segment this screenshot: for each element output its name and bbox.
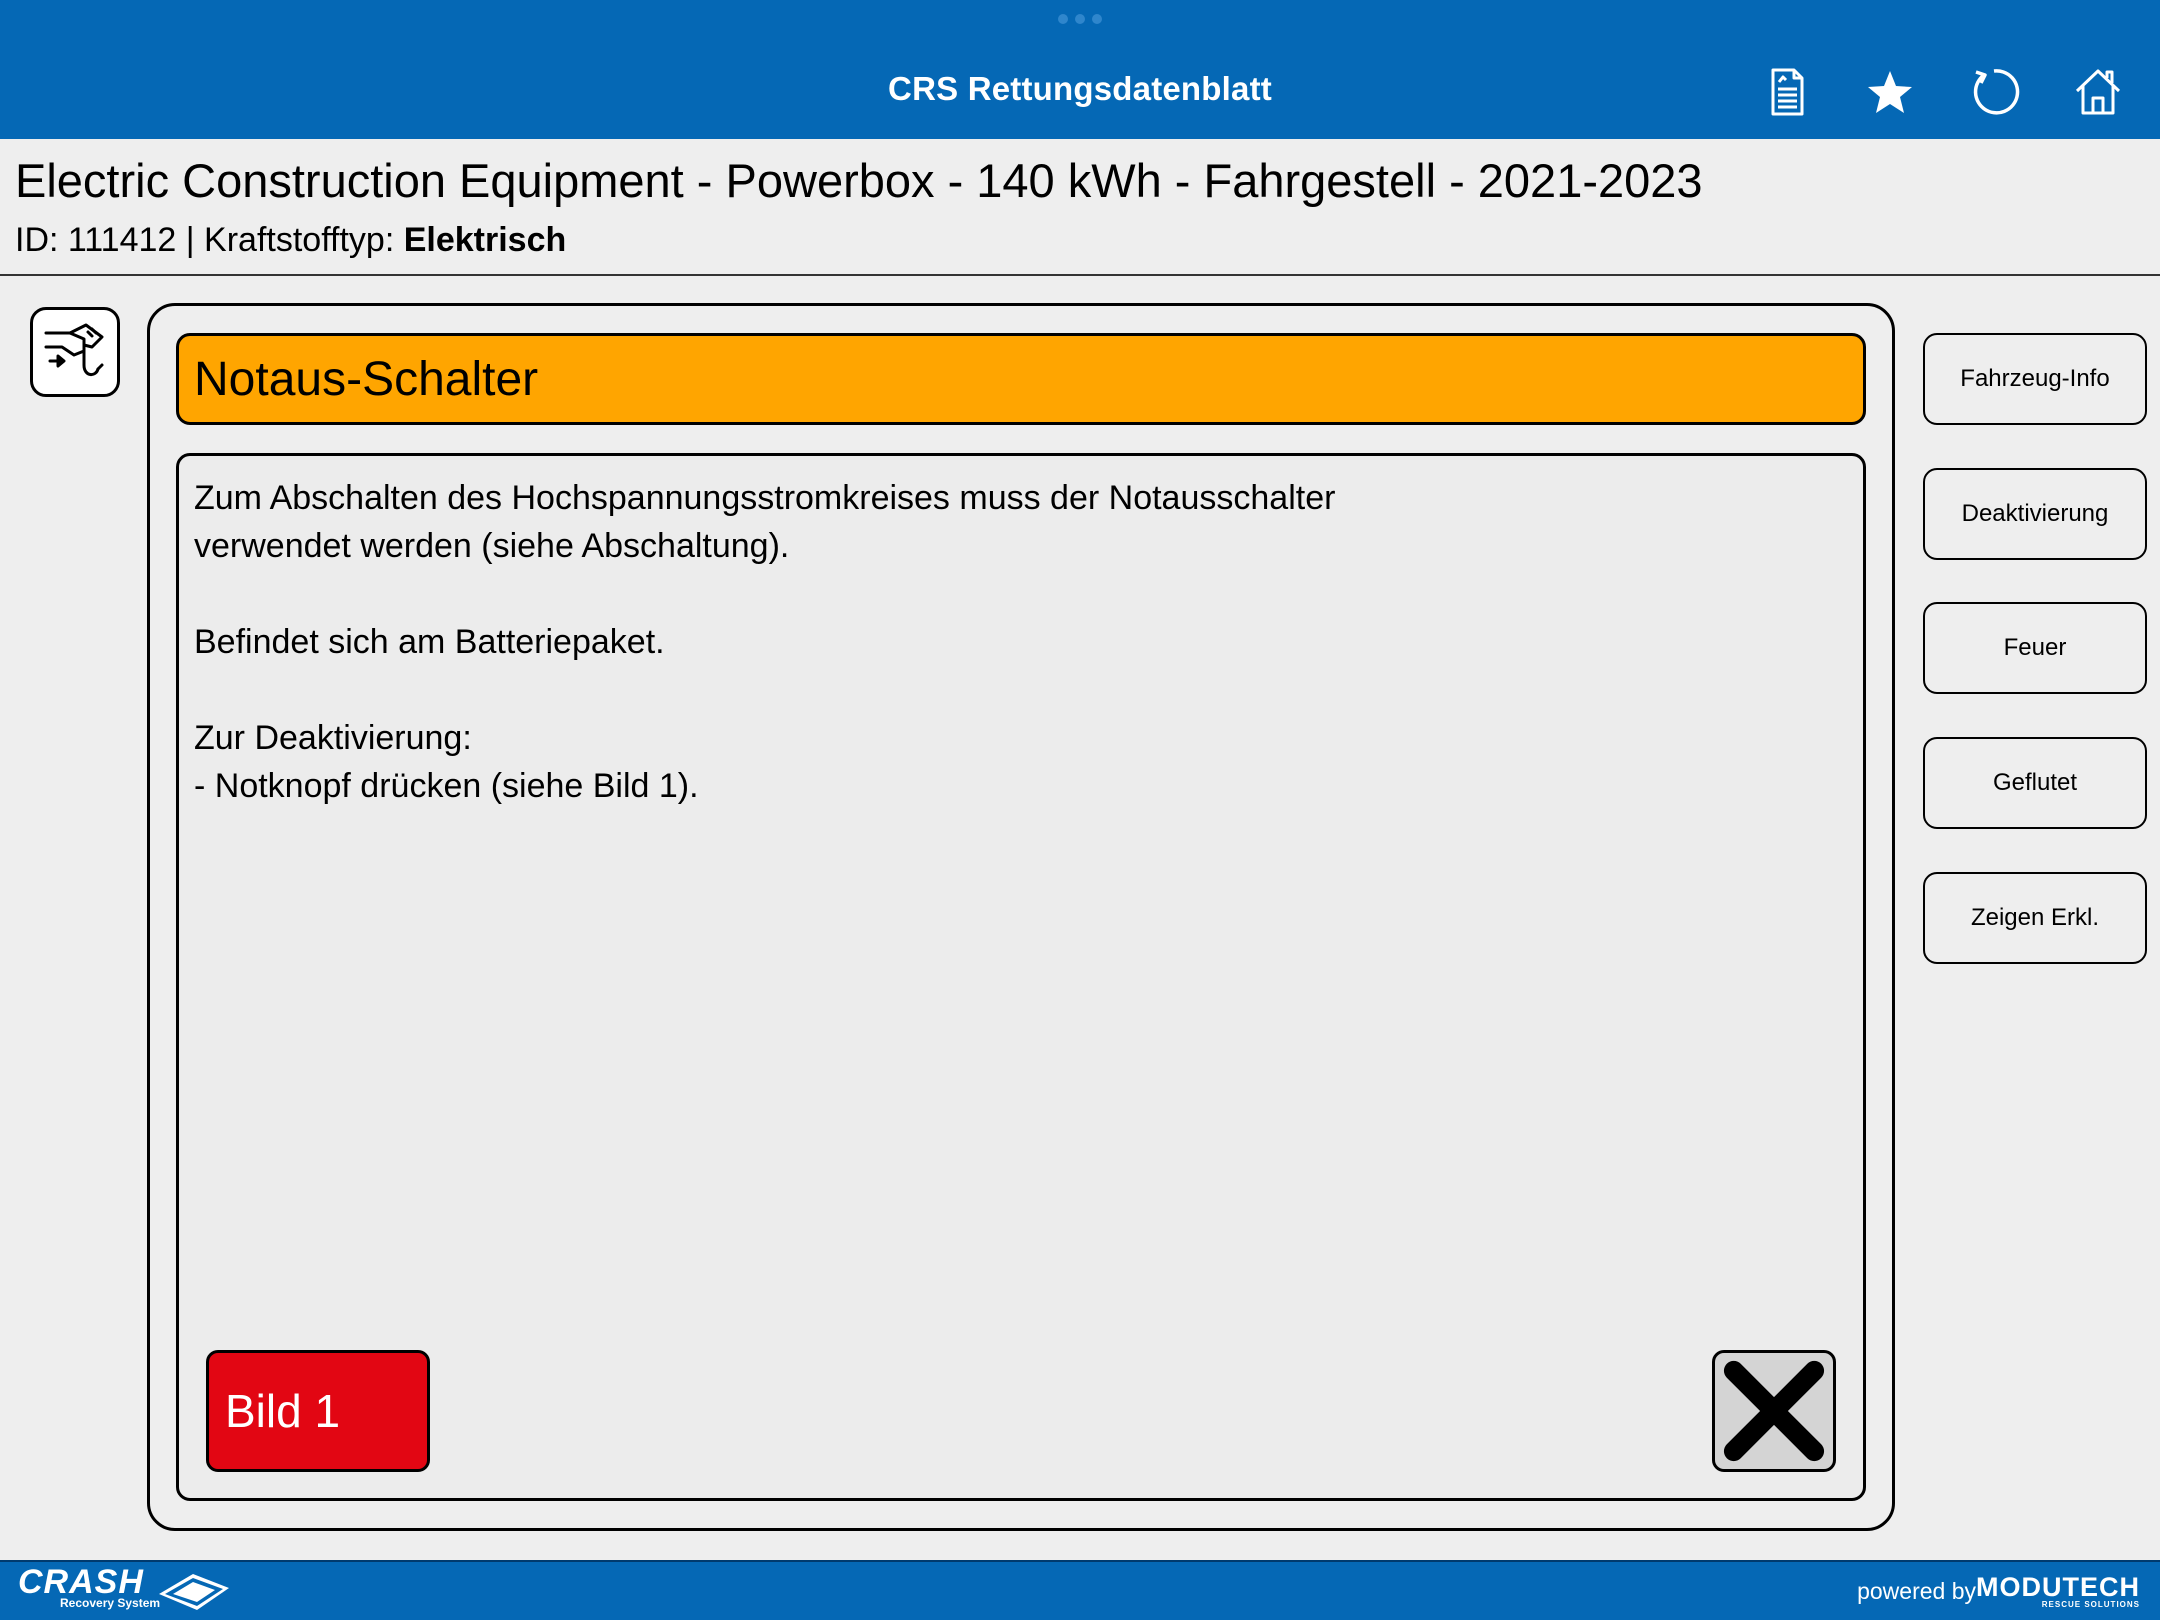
panel-heading: Notaus-Schalter [176,333,1866,425]
app-title: CRS Rettungsdatenblatt [888,70,1272,107]
close-icon [1723,1360,1825,1462]
body-line: Zur Deaktivierung: [194,719,472,757]
fuel-type-label: | Kraftstofftyp: [185,221,395,259]
vehicle-meta: ID: 111412 | Kraftstofftyp: Elektrisch [15,221,566,260]
fuel-type-value: Elektrisch [403,221,567,259]
top-app-bar: CRS Rettungsdatenblatt [0,0,2160,139]
star-icon[interactable] [1862,64,1918,120]
body-line: - Notknopf drücken (siehe Bild 1). [194,767,699,805]
crash-recovery-logo: CRASH Recovery System [18,1565,229,1610]
flooded-button[interactable]: Geflutet [1923,737,2147,829]
vehicle-id: ID: 111412 [15,221,177,259]
body-line: verwendet werden (siehe Abschaltung). [194,527,790,565]
refresh-icon[interactable] [1966,64,2022,120]
body-line: Befindet sich am Batteriepaket. [194,623,665,661]
home-icon[interactable] [2070,64,2126,120]
drag-handle[interactable] [1058,14,1102,24]
deactivation-button[interactable]: Deaktivierung [1923,468,2147,560]
footer-bar [0,1560,2160,1620]
modutech-logo: MODUTECH RESCUE SOLUTIONS [1976,1572,2140,1610]
vehicle-info-button[interactable]: Fahrzeug-Info [1923,333,2147,425]
car-crash-icon [159,1574,229,1610]
vehicle-title: Electric Construction Equipment - Powerb… [15,154,1703,207]
show-legend-button[interactable]: Zeigen Erkl. [1923,872,2147,964]
close-button[interactable] [1712,1350,1836,1472]
fire-button[interactable]: Feuer [1923,602,2147,694]
panel-body: Zum Abschalten des Hochspannungsstromkre… [176,453,1866,1501]
powered-by-text: powered by [1857,1578,1976,1604]
document-icon[interactable] [1758,64,1814,120]
image-1-button[interactable]: Bild 1 [206,1350,430,1472]
body-line: Zum Abschalten des Hochspannungsstromkre… [194,479,1336,517]
charging-plug-icon [30,307,120,397]
